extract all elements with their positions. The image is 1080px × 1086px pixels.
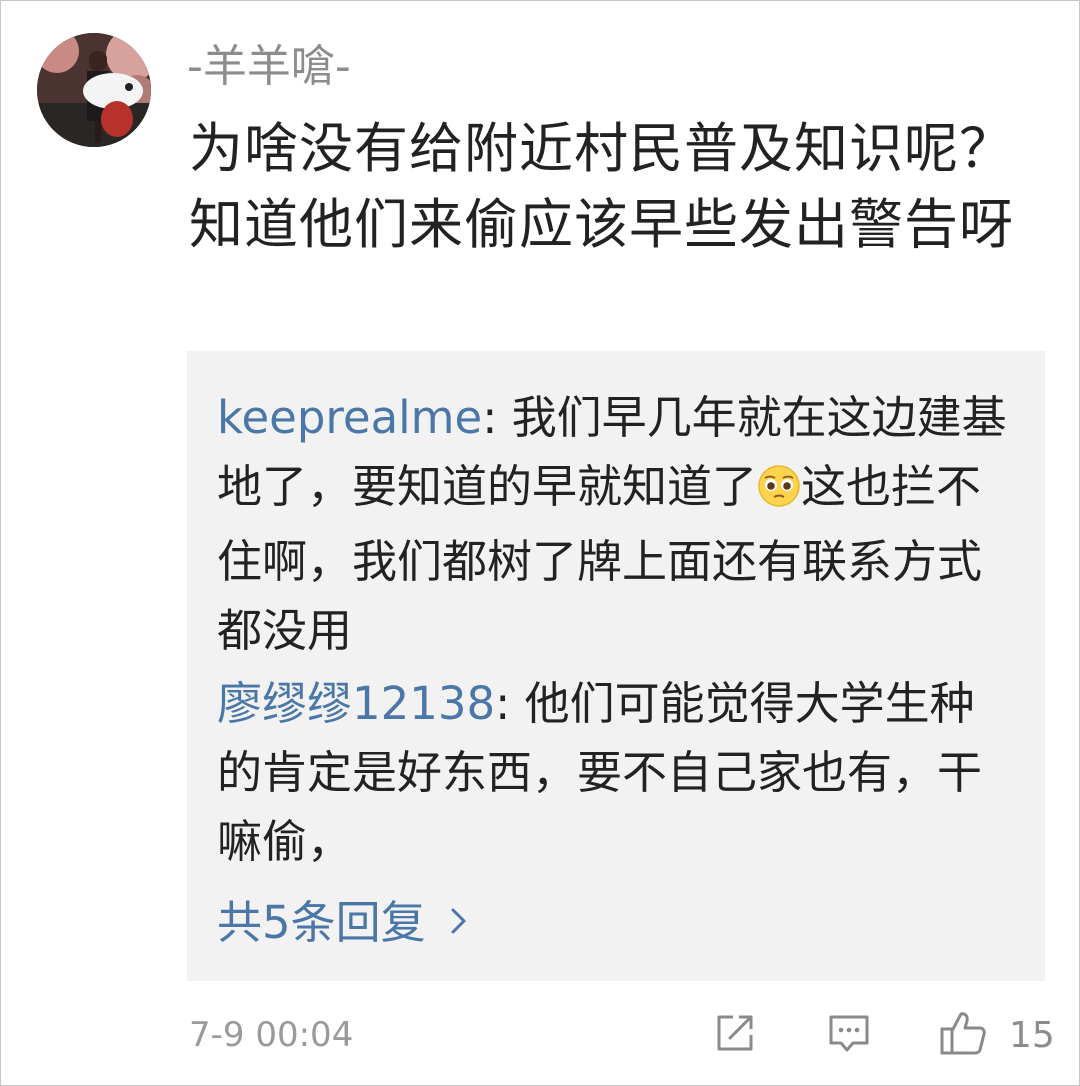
- reply-button[interactable]: [827, 1009, 875, 1061]
- like-count: 15: [1009, 1014, 1055, 1056]
- thumbs-up-icon: [939, 1010, 987, 1060]
- like-button[interactable]: 15: [939, 1009, 1055, 1061]
- comment-username[interactable]: -羊羊嗆-: [187, 37, 351, 97]
- view-all-replies-link[interactable]: 共5条回复: [217, 886, 468, 957]
- more-replies-label: 共5条回复: [217, 896, 426, 949]
- reply-item[interactable]: 廖缪缪12138: 他们可能觉得大学生种的肯定是好东西，要不自己家也有，干嘛偷，: [217, 669, 1017, 876]
- reply-separator: :: [495, 677, 525, 730]
- reply-item[interactable]: keeprealme: 我们早几年就在这边建基地了，要知道的早就知道了 这也拦不住…: [217, 383, 1017, 665]
- chevron-right-icon: [450, 886, 468, 955]
- avatar-photo: [37, 33, 151, 147]
- reply-separator: :: [482, 391, 512, 444]
- comment-timestamp: 7-9 00:04: [189, 1015, 354, 1055]
- avatar[interactable]: [37, 33, 151, 147]
- comment-card: -羊羊嗆- 为啥没有给附近村民普及知识呢？知道他们来偷应该早些发出警告呀 kee…: [0, 0, 1080, 1086]
- share-icon: [713, 1011, 757, 1059]
- reply-username[interactable]: 廖缪缪12138: [217, 677, 495, 730]
- pleading-face-emoji-icon: [757, 458, 801, 527]
- comment-text: 为啥没有给附近村民普及知识呢？知道他们来偷应该早些发出警告呀: [189, 117, 1014, 256]
- comment-icon: [827, 1011, 871, 1059]
- share-button[interactable]: [713, 1009, 761, 1061]
- replies-panel[interactable]: keeprealme: 我们早几年就在这边建基地了，要知道的早就知道了 这也拦不住…: [187, 351, 1045, 981]
- reply-username[interactable]: keeprealme: [217, 391, 482, 444]
